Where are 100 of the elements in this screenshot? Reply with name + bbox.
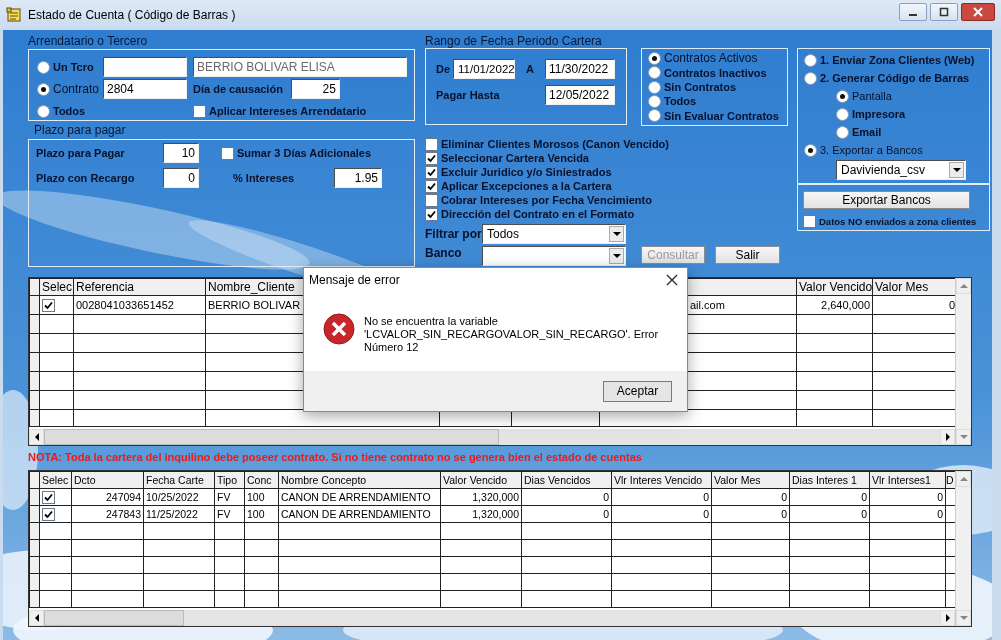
table-cell: 0 xyxy=(611,505,712,523)
date-field[interactable]: 11/01/2022 xyxy=(453,59,515,79)
close-icon[interactable] xyxy=(666,273,678,286)
window-title: Estado de Cuenta ( Código de Barras ) xyxy=(28,8,236,22)
date-field[interactable]: 11/30/2022 xyxy=(545,59,615,79)
option-checkbox[interactable]: Cobrar Intereses por Fecha Vencimiento xyxy=(425,193,790,207)
output-radio[interactable]: Email xyxy=(836,124,983,140)
column-header: Tipo xyxy=(214,471,245,489)
contract-radio[interactable]: Sin Evaluar Contratos xyxy=(648,108,781,124)
column-header: Nombre Concepto xyxy=(278,471,441,489)
check-icon xyxy=(427,209,436,219)
export-button[interactable]: Exportar Bancos xyxy=(803,191,970,209)
column-header: Conc xyxy=(244,471,279,489)
contract-radio[interactable]: Contratos Inactivos xyxy=(648,65,781,80)
accept-button[interactable]: Aceptar xyxy=(603,380,672,402)
table-cell: 0 xyxy=(789,488,870,506)
column-header: Valor Vencido xyxy=(796,278,873,296)
tenant-radio[interactable]: Contrato xyxy=(37,81,97,97)
minimize-button[interactable] xyxy=(899,3,927,21)
field-label: Día de causación xyxy=(193,83,283,95)
table-cell: 0 xyxy=(869,505,946,523)
output-radio[interactable]: 1. Enviar Zona Clientes (Web) xyxy=(804,52,983,68)
interest-checkbox[interactable]: Aplicar Intereses Arrendatario xyxy=(193,103,407,119)
bank-dropdown[interactable] xyxy=(482,246,626,266)
column-header: Dias Interes 1 xyxy=(789,471,870,489)
output-radio[interactable]: 3. Exportar a Bancos xyxy=(804,142,983,158)
table-cell: 2,640,000 xyxy=(796,295,873,315)
error-icon xyxy=(323,313,355,345)
option-checkbox[interactable]: Dirección del Contrato en el Formato xyxy=(425,207,790,221)
field-label: Pagar Hasta xyxy=(436,89,501,101)
table-cell: CANON DE ARRENDAMIENTO xyxy=(278,505,441,523)
minimize-icon xyxy=(909,14,917,16)
table-cell: 0 xyxy=(711,505,790,523)
close-icon xyxy=(973,7,983,17)
not-sent-checkbox[interactable]: Datos NO enviados a zona clientes xyxy=(803,215,984,227)
option-checkbox[interactable]: Eliminar Clientes Morosos (Canon Vencido) xyxy=(425,137,790,151)
date-field[interactable]: 12/05/2022 xyxy=(545,85,615,105)
vertical-scrollbar[interactable] xyxy=(955,471,971,626)
table-cell: 11/25/2022 xyxy=(143,505,215,523)
tenant-radio[interactable]: Un Tcro xyxy=(37,59,97,75)
option-checkbox[interactable]: Aplicar Excepciones a la Cartera xyxy=(425,179,790,193)
field-label: Plazo con Recargo xyxy=(36,172,136,184)
option-checkbox[interactable]: Excluir Juridico y/o Siniestrados xyxy=(425,165,790,179)
close-button[interactable] xyxy=(961,3,995,21)
interest-field[interactable]: 1.95 xyxy=(334,168,382,188)
table-cell: 1,320,000 xyxy=(440,488,522,506)
name-field[interactable]: BERRIO BOLIVAR ELISA xyxy=(193,57,407,77)
term-field[interactable]: 10 xyxy=(163,143,199,163)
vertical-scrollbar[interactable] xyxy=(955,278,971,445)
maximize-icon xyxy=(939,7,949,17)
table-cell: CANON DE ARRENDAMIENTO xyxy=(278,488,441,506)
output-radio[interactable]: 2. Generar Código de Barras xyxy=(804,70,983,86)
table-cell: FV xyxy=(214,488,245,506)
option-checkbox[interactable]: Seleccionar Cartera Vencida xyxy=(425,151,790,165)
column-header: Vlr Interses1 xyxy=(869,471,946,489)
table-cell: 100 xyxy=(244,505,279,523)
notebook-icon xyxy=(6,7,22,23)
surcharge-field[interactable]: 0 xyxy=(163,168,199,188)
column-header: Dias Vencidos xyxy=(521,471,612,489)
group-label: Plazo para pagar xyxy=(33,124,127,136)
table-cell: 0028041033651452 xyxy=(73,295,206,315)
table-cell: 100 xyxy=(244,488,279,506)
field-label: Banco xyxy=(425,246,463,260)
table-cell: 10/25/2022 xyxy=(143,488,215,506)
table-cell: FV xyxy=(214,505,245,523)
column-header: Selec xyxy=(39,278,74,296)
tercero-field[interactable] xyxy=(103,57,187,77)
field-label: Filtrar por xyxy=(425,227,482,241)
table-cell: 247094 xyxy=(71,488,144,506)
table-cell: 1,320,000 xyxy=(440,505,522,523)
column-header: Referencia xyxy=(73,278,206,296)
horizontal-scrollbar[interactable] xyxy=(29,610,955,626)
bank-format-dropdown[interactable]: Davivienda_csv xyxy=(836,160,966,180)
column-header: Vlr Interes Vencido xyxy=(611,471,712,489)
column-header: Dcto xyxy=(71,471,144,489)
field-label: De xyxy=(436,63,452,75)
horizontal-scrollbar[interactable] xyxy=(29,429,955,445)
group-label: Rango de Fecha Periodo Cartera xyxy=(425,35,603,47)
contract-radio[interactable]: Contratos Activos xyxy=(648,51,781,66)
filter-dropdown[interactable]: Todos xyxy=(482,224,626,244)
contract-radio[interactable]: Sin Contratos xyxy=(648,79,781,95)
contract-radio[interactable]: Todos xyxy=(648,94,781,109)
output-radio[interactable]: Pantalla xyxy=(836,88,983,104)
field-label: A xyxy=(526,63,534,75)
maximize-button[interactable] xyxy=(930,3,958,21)
column-header: Selec xyxy=(39,471,72,489)
column-header: Valor Vencido xyxy=(440,471,522,489)
extra-days-checkbox[interactable]: Sumar 3 Días Adicionales xyxy=(221,145,382,161)
contract-field[interactable]: 2804 xyxy=(103,79,187,99)
table-cell: 0 xyxy=(711,488,790,506)
check-icon xyxy=(44,300,53,310)
day-field[interactable]: 25 xyxy=(290,79,340,99)
tenant-radio[interactable]: Todos xyxy=(37,103,97,119)
output-radio[interactable]: Impresora xyxy=(836,106,983,122)
action-button[interactable]: Salir xyxy=(715,246,780,264)
error-message: No se encuentra la variable 'LCVALOR_SIN_RECARGOVALOR_SIN_RECARGO'. Error Número 12 xyxy=(364,315,660,355)
table-cell: 0 xyxy=(789,505,870,523)
column-header: Fecha Carte xyxy=(143,471,215,489)
group-label: Arrendatario o Tercero xyxy=(28,35,149,47)
table-cell: 0 xyxy=(611,488,712,506)
